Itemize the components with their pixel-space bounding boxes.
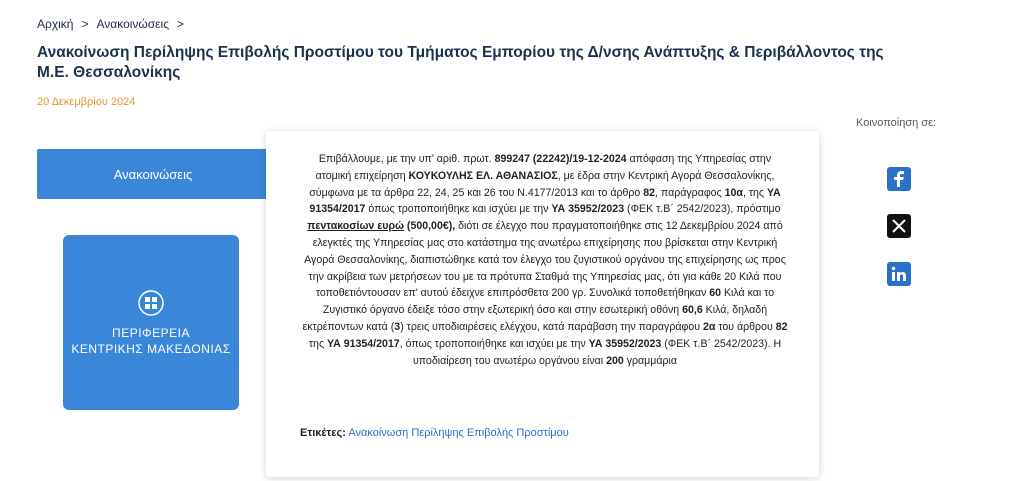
business-name: ΚΟΥΚΟΥΛΗΣ ΕΛ. ΑΘΑΝΑΣΙΟΣ — [408, 169, 558, 182]
tag-link[interactable]: Ανακοίνωση Περίληψης Επιβολής Προστίμου — [348, 427, 568, 439]
facebook-share-button[interactable] — [887, 167, 911, 191]
publish-date: 20 Δεκεμβρίου 2024 — [37, 96, 136, 108]
fine-amount: (500,00€), — [403, 220, 456, 233]
subdivision-value: 200 — [606, 354, 624, 367]
breadcrumb-separator: > — [176, 17, 184, 31]
body-text: (ΦΕΚ τ.Β΄ 2542/2023), πρόστιμο — [624, 203, 781, 216]
page-title: Ανακοίνωση Περίληψης Επιβολής Προστίμου … — [37, 44, 884, 81]
ministerial-decision: ΥΑ 35952/2023 — [588, 337, 662, 350]
body-text: της — [308, 337, 328, 350]
body-text: όπως τροποποιήθηκε και ισχύει με την — [365, 203, 552, 216]
announcements-button[interactable]: Ανακοινώσεις — [37, 149, 269, 199]
ministerial-decision: ΥΑ 35952/2023 — [551, 203, 625, 216]
body-text: , παράγραφος — [655, 186, 725, 199]
fine-amount-words: πεντακοσίων ευρώ — [307, 220, 404, 233]
ministerial-decision: ΥΑ 91354/2017 — [327, 337, 400, 350]
protocol-number: 899247 (22242)/19-12-2024 — [494, 153, 627, 165]
logo-text-line2: ΚΕΝΤΡΙΚΗΣ ΜΑΚΕΔΟΝΙΑΣ — [71, 341, 231, 356]
announcement-card: Επιβάλλουμε, με την υπ' αριθ. πρωτ. 8992… — [266, 131, 819, 477]
breadcrumb-separator: > — [81, 17, 89, 31]
body-text: , όπως τροποποιήθηκε και ισχύει με την — [399, 337, 589, 350]
breadcrumb: Αρχική > Ανακοινώσεις > — [37, 17, 184, 31]
body-text: , της — [742, 186, 767, 199]
x-icon — [892, 219, 906, 233]
body-text: Επιβάλλουμε, με την υπ' αριθ. πρωτ. — [318, 153, 495, 165]
linkedin-share-button[interactable] — [887, 262, 911, 286]
tags-row: Ετικέτες: Ανακοίνωση Περίληψης Επιβολής … — [300, 427, 569, 439]
region-logo-card[interactable]: ΠΕΡΙΦΕΡΕΙΑ ΚΕΝΤΡΙΚΗΣ ΜΑΚΕΔΟΝΙΑΣ — [63, 235, 239, 410]
logo-text-line1: ΠΕΡΙΦΕΡΕΙΑ — [112, 325, 190, 340]
announcement-body: Επιβάλλουμε, με την υπ' αριθ. πρωτ. 8992… — [300, 151, 790, 369]
body-text: γραμμάρια — [623, 354, 678, 367]
weight-value: 60,6 — [682, 304, 703, 317]
paragraph-number: 10α — [724, 186, 743, 199]
weight-value: 60 — [709, 287, 722, 300]
linkedin-icon — [891, 266, 906, 281]
body-text: του άρθρου — [715, 320, 776, 333]
tags-label: Ετικέτες: — [300, 427, 346, 439]
x-share-button[interactable] — [887, 214, 911, 238]
share-label: Κοινοποίηση σε: — [856, 117, 937, 129]
paragraph-number: 2α — [702, 320, 716, 333]
breadcrumb-announcements[interactable]: Ανακοινώσεις — [96, 17, 169, 31]
body-text: ) τρεις υποδιαιρέσεις ελέγχου, κατά παρά… — [400, 320, 703, 333]
breadcrumb-home[interactable]: Αρχική — [37, 17, 73, 31]
article-number: 82 — [643, 186, 656, 199]
article-number: 82 — [775, 320, 788, 333]
emblem-icon — [138, 289, 164, 316]
facebook-icon — [894, 171, 904, 187]
